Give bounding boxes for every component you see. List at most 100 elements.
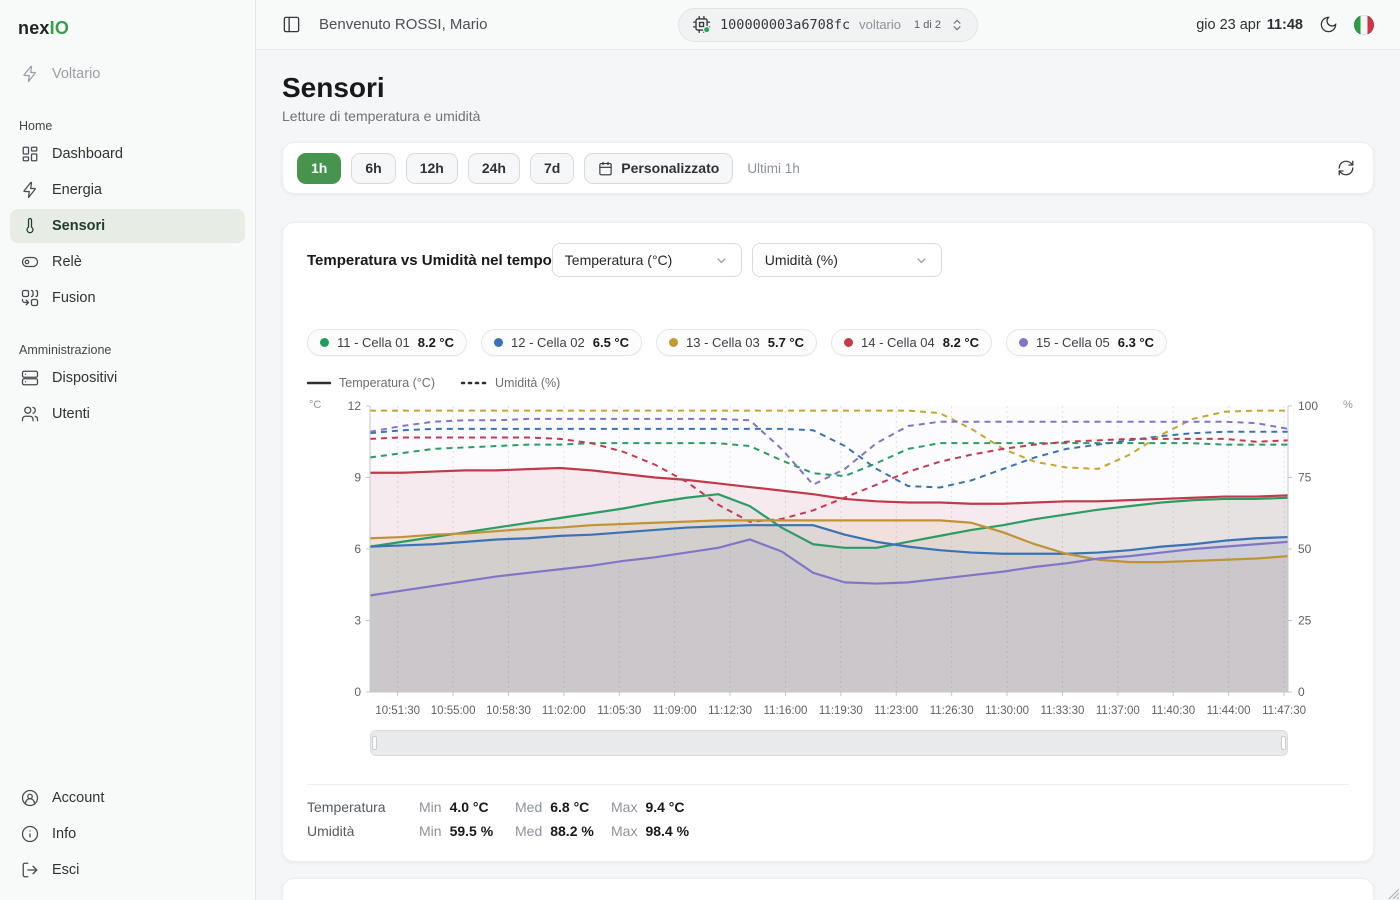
range-button-7d[interactable]: 7d xyxy=(530,153,574,184)
sidebar-item-esci[interactable]: Esci xyxy=(10,853,245,887)
sidebar-item-label: Energia xyxy=(52,182,102,198)
sidebar-item-label: Account xyxy=(52,790,104,806)
sidebar-toggle-button[interactable] xyxy=(282,15,301,34)
topbar-right: gio 23 apr11:48 xyxy=(1196,15,1374,35)
clock: 11:48 xyxy=(1267,17,1303,33)
svg-text:11:16:00: 11:16:00 xyxy=(764,705,808,717)
svg-text:11:37:00: 11:37:00 xyxy=(1096,705,1140,717)
dashed-line-sample xyxy=(461,380,487,386)
chart-header: Temperatura vs Umidità nel tempo Tempera… xyxy=(307,243,1349,277)
page-title: Sensori xyxy=(282,72,1374,104)
sidebar-item-rele[interactable]: Relè xyxy=(10,245,245,279)
page-content: Sensori Letture di temperatura e umidità… xyxy=(256,50,1400,900)
svg-text:%: % xyxy=(1343,399,1353,411)
svg-text:11:05:30: 11:05:30 xyxy=(597,705,641,717)
svg-text:11:33:30: 11:33:30 xyxy=(1040,705,1084,717)
chart-zoom-scrollbar[interactable] xyxy=(370,730,1288,756)
svg-text:11:19:30: 11:19:30 xyxy=(819,705,863,717)
resize-grip-icon[interactable] xyxy=(1387,887,1399,899)
svg-text:0: 0 xyxy=(354,685,361,699)
svg-text:25: 25 xyxy=(1298,614,1312,628)
device-selector[interactable]: 100000003a6708fc voltario 1 di 2 xyxy=(678,8,978,42)
svg-text:9: 9 xyxy=(354,471,361,485)
sidebar-item-dispositivi[interactable]: Dispositivi xyxy=(10,361,245,395)
temperature-humidity-chart: 10:51:3010:55:0010:58:3011:02:0011:05:30… xyxy=(307,394,1363,726)
brush-handle-left[interactable] xyxy=(372,736,377,750)
bolt-icon xyxy=(21,65,39,83)
sidebar-item-account[interactable]: Account xyxy=(10,781,245,815)
sensor-chip-cella-05[interactable]: 15 - Cella 056.3 °C xyxy=(1006,329,1167,356)
svg-text:10:51:30: 10:51:30 xyxy=(375,705,420,717)
legend-humidity: Umidità (%) xyxy=(461,376,560,390)
topbar: Benvenuto ROSSI, Mario 100000003a6708fc … xyxy=(256,0,1400,50)
refresh-icon xyxy=(1337,159,1355,177)
sidebar-item-label: Sensori xyxy=(52,218,105,234)
svg-text:100: 100 xyxy=(1298,399,1318,413)
range-button-12h[interactable]: 12h xyxy=(406,153,458,184)
temp-min: Min4.0 °C xyxy=(419,799,515,815)
bolt-icon xyxy=(21,181,39,199)
svg-text:11:12:30: 11:12:30 xyxy=(708,705,752,717)
svg-text:75: 75 xyxy=(1298,471,1312,485)
sidebar-item-utenti[interactable]: Utenti xyxy=(10,397,245,431)
sidebar-item-label: Utenti xyxy=(52,406,90,422)
sidebar-item-sensori[interactable]: Sensori xyxy=(10,209,245,243)
thermometer-icon xyxy=(21,217,39,235)
sidebar-item-dashboard[interactable]: Dashboard xyxy=(10,137,245,171)
chart-stats: Temperatura Min4.0 °C Med6.8 °C Max9.4 °… xyxy=(307,795,1349,843)
language-flag-it[interactable] xyxy=(1354,15,1374,35)
calendar-icon xyxy=(598,161,613,176)
svg-text:11:30:00: 11:30:00 xyxy=(985,705,1029,717)
hum-med: Med88.2 % xyxy=(515,823,611,839)
sidebar-item-voltario[interactable]: Voltario xyxy=(10,57,245,91)
sidebar-item-label: Info xyxy=(52,826,76,842)
chart-area: 10:51:3010:55:0010:58:3011:02:0011:05:30… xyxy=(307,394,1349,726)
refresh-button[interactable] xyxy=(1333,155,1359,181)
svg-text:°C: °C xyxy=(309,399,321,411)
sidebar-item-label: Relè xyxy=(52,254,82,270)
sidebar-item-info[interactable]: Info xyxy=(10,817,245,851)
custom-range-button[interactable]: Personalizzato xyxy=(584,153,733,184)
svg-text:0: 0 xyxy=(1298,685,1305,699)
temp-max: Max9.4 °C xyxy=(611,799,707,815)
welcome-text: Benvenuto ROSSI, Mario xyxy=(319,16,487,33)
dark-mode-toggle[interactable] xyxy=(1319,15,1338,34)
sensor-chart-card: Temperatura vs Umidità nel tempo Tempera… xyxy=(282,222,1374,862)
series-color-dot xyxy=(320,338,329,347)
sidebar-section-home: Home xyxy=(8,114,247,136)
sensor-chip-cella-01[interactable]: 11 - Cella 018.2 °C xyxy=(307,329,467,356)
solid-line-sample xyxy=(307,380,331,386)
range-button-24h[interactable]: 24h xyxy=(468,153,520,184)
chart-title: Temperatura vs Umidità nel tempo xyxy=(307,252,552,269)
sensor-chip-cella-04[interactable]: 14 - Cella 048.2 °C xyxy=(831,329,992,356)
svg-text:11:23:00: 11:23:00 xyxy=(874,705,918,717)
brush-handle-right[interactable] xyxy=(1281,736,1286,750)
left-metric-select[interactable]: Temperatura (°C) xyxy=(552,243,742,277)
right-metric-select[interactable]: Umidità (%) xyxy=(752,243,942,277)
sidebar-item-label: Voltario xyxy=(52,66,100,82)
toggle-icon xyxy=(21,253,39,271)
svg-text:6: 6 xyxy=(354,542,361,556)
svg-text:12: 12 xyxy=(348,399,362,413)
svg-text:11:40:30: 11:40:30 xyxy=(1151,705,1195,717)
sensor-chip-cella-02[interactable]: 12 - Cella 026.5 °C xyxy=(481,329,642,356)
sensor-chip-cella-03[interactable]: 13 - Cella 035.7 °C xyxy=(656,329,817,356)
sidebar-item-label: Esci xyxy=(52,862,79,878)
sidebar-item-fusion[interactable]: Fusion xyxy=(10,281,245,315)
series-color-dot xyxy=(1019,338,1028,347)
temp-med: Med6.8 °C xyxy=(515,799,611,815)
svg-text:11:26:30: 11:26:30 xyxy=(930,705,974,717)
series-color-dot xyxy=(844,338,853,347)
series-color-dot xyxy=(669,338,678,347)
moon-icon xyxy=(1319,15,1338,34)
svg-text:10:55:00: 10:55:00 xyxy=(431,705,476,717)
temperature-stats-row: Temperatura Min4.0 °C Med6.8 °C Max9.4 °… xyxy=(307,795,1349,819)
range-button-6h[interactable]: 6h xyxy=(351,153,395,184)
sidebar-item-energia[interactable]: Energia xyxy=(10,173,245,207)
datetime: gio 23 apr11:48 xyxy=(1196,17,1303,33)
legend-temperature: Temperatura (°C) xyxy=(307,376,435,390)
chevrons-up-down-icon[interactable] xyxy=(950,18,964,32)
users-icon xyxy=(21,405,39,423)
svg-text:11:44:00: 11:44:00 xyxy=(1207,705,1251,717)
range-button-1h[interactable]: 1h xyxy=(297,153,341,184)
